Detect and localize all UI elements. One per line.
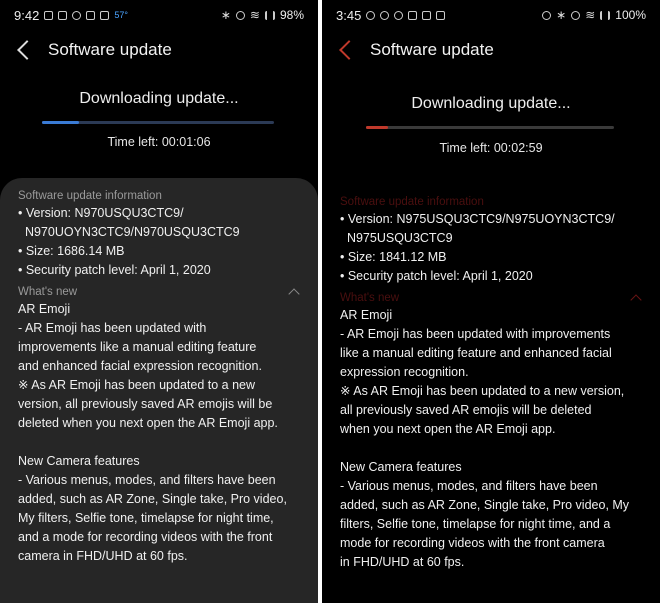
notification-icon [44, 10, 54, 20]
whats-new-line: AR Emoji [340, 308, 393, 322]
update-info-sheet[interactable]: Software update information • Version: N… [0, 178, 318, 603]
info-line: • Size: 1686.14 MB [18, 244, 125, 258]
whats-new-line: ※ As AR Emoji has been updated to a new … [340, 384, 625, 398]
battery-level: 98% [279, 8, 304, 22]
info-line: • Security patch level: April 1, 2020 [340, 269, 533, 283]
whats-new-line: all previously saved AR emojis will be d… [340, 403, 592, 417]
weather-temp: 57° [114, 10, 128, 20]
notification-icon [394, 10, 404, 20]
info-line: • Version: N970USQU3CTC9/ [18, 206, 184, 220]
download-progress-fill [42, 121, 80, 124]
download-progress-fill [366, 126, 389, 129]
info-section-header: Software update information [18, 190, 162, 202]
whats-new-line: and enhanced facial expression recogniti… [18, 359, 262, 373]
chevron-up-icon[interactable] [630, 294, 642, 306]
right-phone-screen: 3:45 ∗ ≋ 100% Software update Downloadin… [322, 0, 660, 603]
status-time: 3:45 [336, 7, 362, 23]
bluetooth-icon: ∗ [556, 8, 567, 22]
battery-level: 100% [615, 8, 646, 22]
whats-new-line: - AR Emoji has been updated with improve… [340, 327, 611, 341]
download-status-title: Downloading update... [411, 95, 571, 112]
time-left: Time left: 00:01:06 [107, 135, 211, 149]
gallery-icon [100, 10, 110, 20]
info-line: • Version: N975USQU3CTC9/N975UOYN3CTC9/ [340, 212, 615, 226]
update-info-sheet[interactable]: Software update information • Version: N… [322, 188, 660, 603]
info-section-header: Software update information [340, 196, 484, 208]
update-info-list: • Version: N975USQU3CTC9/N975UOYN3CTC9/ … [340, 210, 660, 286]
whats-new-line: AR Emoji [18, 302, 71, 316]
app-bar: Software update [0, 32, 318, 68]
signal-icon [600, 10, 611, 20]
mute-icon [235, 10, 245, 20]
whats-new-line: - Various menus, modes, and filters have… [18, 473, 276, 487]
info-line: • Security patch level: April 1, 2020 [18, 263, 211, 277]
whats-new-line: like a manual editing feature and enhanc… [340, 346, 612, 360]
chevron-up-icon[interactable] [288, 288, 300, 300]
whats-new-line: My filters, Selfie tone, timelapse for n… [18, 511, 274, 525]
whats-new-body: AR Emoji - AR Emoji has been updated with… [18, 300, 318, 566]
left-phone-screen: 9:42 57° ∗ ≋ 98% Software update Downloa… [0, 0, 318, 603]
update-info-list: • Version: N970USQU3CTC9/ N970UOYN3CTC9/… [18, 204, 318, 280]
whats-new-line: New Camera features [340, 460, 462, 474]
whats-new-header[interactable]: What's new [18, 286, 318, 300]
info-line: N975USQU3CTC9 [340, 231, 453, 245]
gallery-icon [86, 10, 96, 20]
notification-icon [72, 10, 82, 20]
notification-icon [422, 10, 432, 20]
time-left: Time left: 00:02:59 [439, 141, 543, 155]
info-line: N970UOYN3CTC9/N970USQU3CTC9 [18, 225, 240, 239]
gallery-icon [436, 10, 446, 20]
whats-new-line: New Camera features [18, 454, 140, 468]
page-title: Software update [48, 40, 172, 59]
whats-new-header[interactable]: What's new [340, 292, 660, 306]
download-progress-bar [366, 126, 614, 129]
whats-new-line: ※ As AR Emoji has been updated to a new [18, 378, 256, 392]
download-progress-bar [42, 121, 274, 124]
bluetooth-icon: ∗ [220, 8, 231, 22]
whats-new-line: - Various menus, modes, and filters have… [340, 479, 598, 493]
status-time: 9:42 [14, 7, 40, 23]
whats-new-line: version, all previously saved AR emojis … [18, 397, 273, 411]
whats-new-body: AR Emoji - AR Emoji has been updated with… [340, 306, 660, 572]
whats-new-line: improvements like a manual editing featu… [18, 340, 257, 354]
notification-icon [58, 10, 68, 20]
app-bar: Software update [322, 32, 660, 68]
whats-new-line: filters, Selfie tone, timelapse for nigh… [340, 517, 611, 531]
page-title: Software update [370, 40, 494, 59]
status-bar: 9:42 57° ∗ ≋ 98% [0, 0, 318, 30]
whats-new-line: when you next open the AR Emoji app. [340, 422, 556, 436]
whats-new-line: added, such as AR Zone, Single take, Pro… [340, 498, 630, 512]
notification-icon [408, 10, 418, 20]
whats-new-line: deleted when you next open the AR Emoji … [18, 416, 278, 430]
alarm-icon [542, 10, 552, 20]
whats-new-line: mode for recording videos with the front… [340, 536, 605, 550]
whats-new-line: and a mode for recording videos with the… [18, 530, 273, 544]
download-status-title: Downloading update... [79, 90, 239, 107]
wifi-icon: ≋ [585, 8, 596, 22]
whats-new-line: expression recognition. [340, 365, 469, 379]
back-arrow-icon[interactable] [17, 40, 37, 60]
whats-new-line: added, such as AR Zone, Single take, Pro… [18, 492, 287, 506]
status-bar: 3:45 ∗ ≋ 100% [322, 0, 660, 30]
back-arrow-icon[interactable] [339, 40, 359, 60]
mute-icon [571, 10, 581, 20]
info-line: • Size: 1841.12 MB [340, 250, 447, 264]
signal-icon [264, 10, 275, 20]
notification-icon [380, 10, 390, 20]
wifi-icon: ≋ [249, 8, 260, 22]
whats-new-line: in FHD/UHD at 60 fps. [340, 555, 465, 569]
facebook-icon [366, 10, 376, 20]
whats-new-line: camera in FHD/UHD at 60 fps. [18, 549, 188, 563]
whats-new-line: - AR Emoji has been updated with [18, 321, 207, 335]
